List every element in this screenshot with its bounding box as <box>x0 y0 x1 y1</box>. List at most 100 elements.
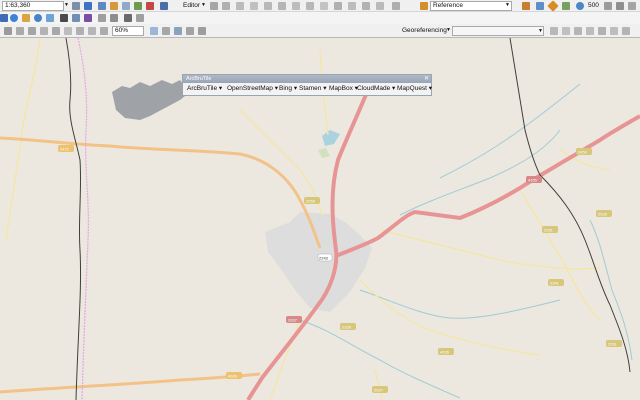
menu-label: MapBox <box>329 85 353 92</box>
edit-tool-icon[interactable] <box>210 2 218 10</box>
menu-bing[interactable]: Bing ▾ <box>279 84 297 94</box>
number-value: 500 <box>588 2 599 9</box>
edit-annotation-icon[interactable] <box>362 2 370 10</box>
attributes-icon[interactable] <box>264 2 272 10</box>
map-scale-value: 1:63,360 <box>5 2 31 9</box>
measure-icon[interactable] <box>98 14 106 22</box>
edit-vertices-icon[interactable] <box>376 2 384 10</box>
georeferencing-chevron-icon[interactable]: ▼ <box>446 27 451 33</box>
layer-select-icon <box>420 2 428 10</box>
draw-tool-icon[interactable] <box>522 2 530 10</box>
route-icon[interactable] <box>72 14 80 22</box>
split-tool-icon[interactable] <box>236 2 244 10</box>
globe-icon[interactable] <box>576 2 584 10</box>
toggle-draft-icon[interactable] <box>150 27 158 35</box>
gray-landuse <box>112 80 190 120</box>
menu-openstreetmap[interactable]: OpenStreetMap ▾ <box>227 84 278 94</box>
arcbrutile-title-bar[interactable]: ArcBruTile <box>183 75 431 83</box>
table-icon[interactable] <box>122 2 130 10</box>
python-icon[interactable] <box>160 2 168 10</box>
grid-icon[interactable] <box>604 2 612 10</box>
tile-icon[interactable] <box>562 2 570 10</box>
menu-cloudmade[interactable]: CloudMade ▾ <box>357 84 395 94</box>
data-driven-pages-icon[interactable] <box>186 27 194 35</box>
georef-icon-2[interactable] <box>562 27 570 35</box>
road-label: 4026 <box>228 374 238 379</box>
swipe-icon[interactable] <box>136 14 144 22</box>
chart-icon[interactable] <box>84 2 92 10</box>
focus-data-frame-icon[interactable] <box>162 27 170 35</box>
road-shield-2243: 2243 <box>317 253 333 262</box>
georef-icon-4[interactable] <box>586 27 594 35</box>
map-scale-box[interactable]: 1:63,360 <box>2 1 64 11</box>
close-icon[interactable]: ✕ <box>424 75 429 83</box>
georef-icon-1[interactable] <box>550 27 558 35</box>
find-icon[interactable] <box>46 14 54 22</box>
road-label: 2261 <box>544 228 554 233</box>
layer-chevron-icon[interactable]: ▼ <box>538 28 543 34</box>
previous-extent-icon[interactable] <box>100 27 108 35</box>
globe-navigate-icon[interactable] <box>10 14 18 22</box>
create-features-icon[interactable] <box>392 2 400 10</box>
editor-dropdown-icon[interactable]: ▼ <box>201 2 206 8</box>
reference-chevron-icon[interactable]: ▼ <box>505 2 510 8</box>
georef-icon-5[interactable] <box>598 27 606 35</box>
fixed-zoom-out-icon[interactable] <box>88 27 96 35</box>
zoom-in-icon[interactable] <box>0 14 8 22</box>
sketch-tool-icon[interactable] <box>222 2 230 10</box>
search-window-icon[interactable] <box>134 2 142 10</box>
topology-icon[interactable] <box>306 2 314 10</box>
snapping-icon[interactable] <box>292 2 300 10</box>
menu-label: MapQuest <box>397 85 427 92</box>
menu-arcbrutile[interactable]: ArcBruTile ▾ <box>187 84 222 94</box>
fixed-zoom-in-icon[interactable] <box>76 27 84 35</box>
layout-zoom-out-icon[interactable] <box>28 27 36 35</box>
reference-dropdown[interactable]: Reference <box>430 1 512 11</box>
layout-pan-icon[interactable] <box>40 27 48 35</box>
zoom-100-icon[interactable] <box>64 27 72 35</box>
road-shield-2526: 2526 <box>596 210 612 217</box>
chevron-down-icon[interactable]: ▼ <box>64 2 69 8</box>
html-popup-icon[interactable] <box>110 14 118 22</box>
select-features-icon[interactable] <box>536 2 544 10</box>
georef-icon-7[interactable] <box>622 27 630 35</box>
info-icon[interactable] <box>34 14 42 22</box>
arcbrutile-toolbar[interactable]: ArcBruTile ✕ ArcBruTile ▾ OpenStreetMap … <box>182 74 432 96</box>
toolbox-icon[interactable] <box>146 2 154 10</box>
trace-icon[interactable] <box>320 2 328 10</box>
time-slider-icon[interactable] <box>124 14 132 22</box>
layer-icon[interactable] <box>98 2 106 10</box>
diamond-icon[interactable] <box>547 0 559 12</box>
binoculars-icon[interactable] <box>60 14 68 22</box>
menu-label: ArcBruTile <box>187 85 218 92</box>
zoom-control[interactable]: 60% <box>112 26 144 36</box>
georef-icon-6[interactable] <box>610 27 618 35</box>
extra-icon[interactable] <box>628 2 636 10</box>
editor-menu[interactable]: Editor <box>183 1 200 11</box>
menu-mapbox[interactable]: MapBox ▾ <box>329 84 358 94</box>
road-label: 2526 <box>598 212 608 217</box>
road-label: 2341 <box>550 281 560 286</box>
settings-icon[interactable] <box>616 2 624 10</box>
road-shield-4026b: 4026 <box>226 372 242 379</box>
road-shield-2261b: 2261 <box>606 340 622 347</box>
change-layout-icon[interactable] <box>174 27 182 35</box>
cut-polygon-icon[interactable] <box>348 2 356 10</box>
pencil-icon[interactable] <box>22 14 30 22</box>
menu-mapquest[interactable]: MapQuest ▾ <box>397 84 432 94</box>
menu-stamen[interactable]: Stamen ▾ <box>299 84 326 94</box>
georef-icon-3[interactable] <box>574 27 582 35</box>
sketch-properties-icon[interactable] <box>278 2 286 10</box>
road-label: 2261 <box>608 342 618 347</box>
hyperlink-icon[interactable] <box>84 14 92 22</box>
reshape-icon[interactable] <box>334 2 342 10</box>
zoom-whole-page-icon[interactable] <box>52 27 60 35</box>
layout-tool-icon[interactable] <box>4 27 12 35</box>
georeferencing-menu[interactable]: Georeferencing <box>402 26 447 36</box>
catalog-icon[interactable] <box>110 2 118 10</box>
print-icon[interactable] <box>198 27 206 35</box>
rotate-tool-icon[interactable] <box>250 2 258 10</box>
layout-zoom-in-icon[interactable] <box>16 27 24 35</box>
georeferencing-layer-dropdown[interactable] <box>452 26 544 36</box>
toolbar-tool-icon[interactable] <box>72 2 80 10</box>
